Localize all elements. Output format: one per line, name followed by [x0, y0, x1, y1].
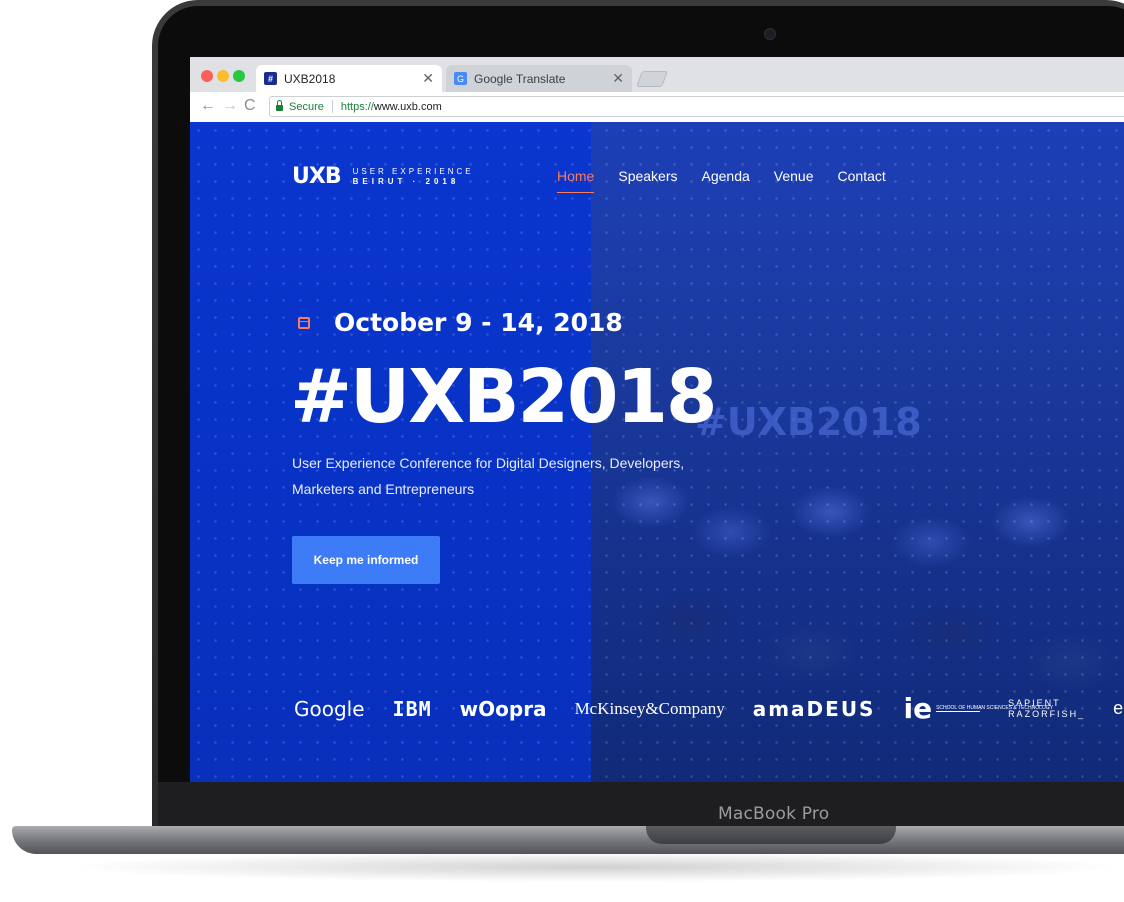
uxb-favicon-icon: #	[264, 72, 277, 85]
address-separator	[331, 100, 333, 113]
woopra-logo: wOopra	[459, 696, 547, 721]
ie-subtext: SCHOOL OF HUMAN SCIENCES & TECHNOLOGY	[936, 705, 1054, 712]
hero-subtitle: User Experience Conference for Digital D…	[292, 455, 685, 497]
uxb-logo[interactable]: UXB USER EXPERIENCE BEIRUT · 2018	[292, 164, 474, 189]
nav-venue[interactable]: Venue	[774, 168, 814, 184]
nav-agenda[interactable]: Agenda	[702, 168, 750, 184]
nav-contact[interactable]: Contact	[838, 168, 886, 184]
camera-icon	[764, 28, 776, 40]
tab-uxb2018[interactable]: # UXB2018 ✕	[256, 65, 442, 92]
minimize-window-icon[interactable]	[217, 70, 229, 82]
ie-mark: ie	[903, 692, 933, 725]
amadeus-logo: amaDEUS	[752, 696, 876, 721]
logo-line-2: BEIRUT · 2018	[352, 176, 460, 186]
browser-window: # UXB2018 ✕ G Google Translate ✕ ← → C S…	[190, 57, 1124, 782]
ie-logo: ie SCHOOL OF HUMAN SCIENCES & TECHNOLOGY	[903, 692, 1054, 725]
sapient-razorfish-logo: SAPIENT RAZORFISH_	[1008, 698, 1085, 720]
address-bar[interactable]: Secure https:// www.uxb.com	[269, 96, 1124, 117]
back-arrow-icon[interactable]: ←	[200, 97, 216, 115]
nav-home[interactable]: Home	[557, 168, 595, 193]
hero-title: #UXB2018	[290, 354, 718, 440]
keep-me-informed-button[interactable]: Keep me informed	[292, 536, 440, 584]
date-text: October 9 - 14, 2018	[334, 308, 623, 337]
google-logo: Google	[294, 696, 365, 721]
calendar-icon	[298, 316, 310, 329]
device-label: MacBook Pro	[718, 804, 830, 824]
ibm-logo: IBM	[392, 696, 432, 721]
url-host: www.uxb.com	[373, 100, 442, 113]
reload-icon[interactable]: C	[244, 97, 256, 115]
secure-label: Secure	[289, 100, 324, 113]
browser-toolbar: ← → C Secure https:// www.uxb.com	[190, 92, 1124, 123]
laptop-notch	[646, 826, 896, 844]
maximize-window-icon[interactable]	[233, 70, 245, 82]
laptop-base	[12, 826, 1124, 854]
close-tab-icon[interactable]: ✕	[612, 70, 624, 87]
nav-speakers[interactable]: Speakers	[618, 168, 677, 184]
translate-favicon-icon: G	[454, 72, 467, 85]
stage-banner-text: #UXB2018	[695, 400, 922, 444]
eb-logo: eb	[1113, 698, 1124, 718]
logo-text: USER EXPERIENCE BEIRUT · 2018	[353, 167, 474, 187]
sapient-line-1: SAPIENT	[1008, 697, 1061, 708]
tab-title: UXB2018	[284, 71, 336, 86]
mckinsey-logo: McKinsey&Company	[574, 698, 725, 718]
forward-arrow-icon[interactable]: →	[222, 97, 238, 115]
web-page: #UXB2018 UXB USER EXPERIENCE BEIRUT · 20…	[190, 122, 1124, 782]
logo-line-1: USER EXPERIENCE	[352, 166, 474, 176]
main-nav: Home Speakers Agenda Venue Contact	[557, 168, 910, 193]
logo-mark: UXB	[292, 164, 342, 189]
close-tab-icon[interactable]: ✕	[422, 70, 434, 87]
lock-icon	[276, 100, 283, 111]
new-tab-button[interactable]	[636, 71, 668, 87]
url-scheme: https://	[340, 100, 374, 113]
laptop-chin	[158, 782, 1124, 828]
sapient-line-2: RAZORFISH_	[1008, 708, 1086, 719]
close-window-icon[interactable]	[201, 70, 213, 82]
sponsor-logos: Google IBM wOopra McKinsey&Company amaDE…	[294, 692, 1124, 725]
tab-strip: # UXB2018 ✕ G Google Translate ✕	[190, 57, 1124, 92]
tab-google-translate[interactable]: G Google Translate ✕	[446, 65, 632, 92]
laptop-shadow	[60, 852, 1124, 882]
event-date: October 9 - 14, 2018	[298, 308, 623, 337]
tab-title: Google Translate	[474, 71, 566, 86]
